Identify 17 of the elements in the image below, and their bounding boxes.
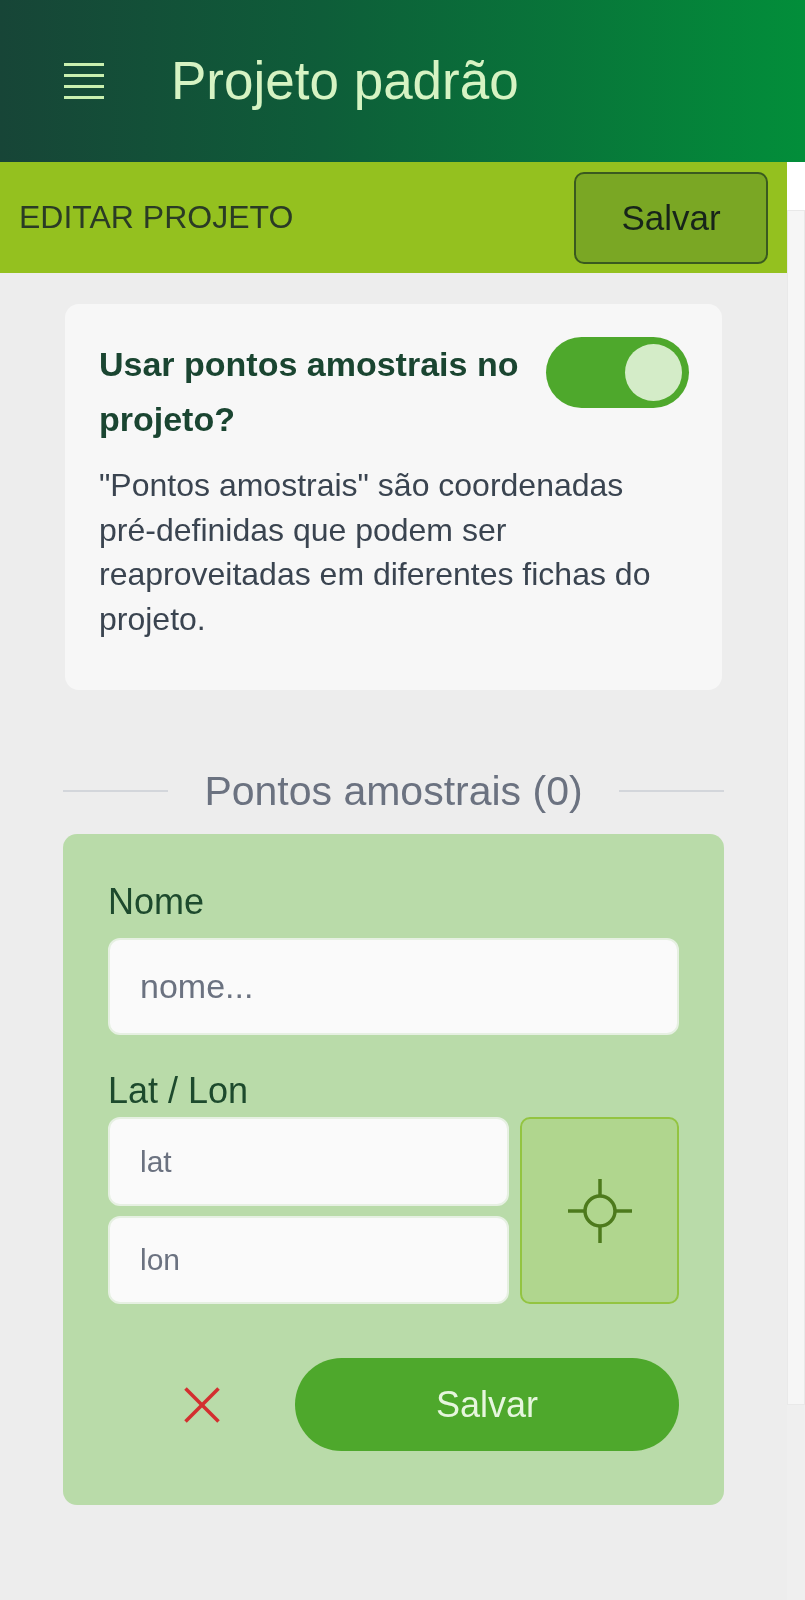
longitude-input[interactable]: lon: [108, 1216, 509, 1305]
setting-description: "Pontos amostrais" são coordenadas pré-definidas que podem ser reaproveitadas em diferentes fichas do projeto.: [99, 466, 652, 639]
app-title: Projeto padrão: [171, 50, 519, 112]
close-icon: [183, 1386, 220, 1423]
menu-icon[interactable]: [64, 63, 104, 99]
setting-title: Usar pontos amostrais no projeto?: [99, 344, 520, 440]
save-button[interactable]: Salvar: [574, 171, 768, 264]
field-label: Lat / Lon: [108, 1069, 250, 1114]
locate-button[interactable]: [520, 1117, 679, 1305]
toolbar-title: EDITAR PROJETO: [19, 199, 294, 236]
cancel-button[interactable]: [183, 1386, 220, 1423]
name-input[interactable]: nome...: [108, 938, 679, 1036]
section-heading: Pontos amostrais (0): [204, 767, 583, 816]
latitude-input[interactable]: lat: [108, 1117, 509, 1207]
crosshair-icon: [567, 1178, 632, 1243]
field-label: Nome: [108, 880, 206, 925]
scrollbar-thumb[interactable]: [787, 210, 805, 1405]
